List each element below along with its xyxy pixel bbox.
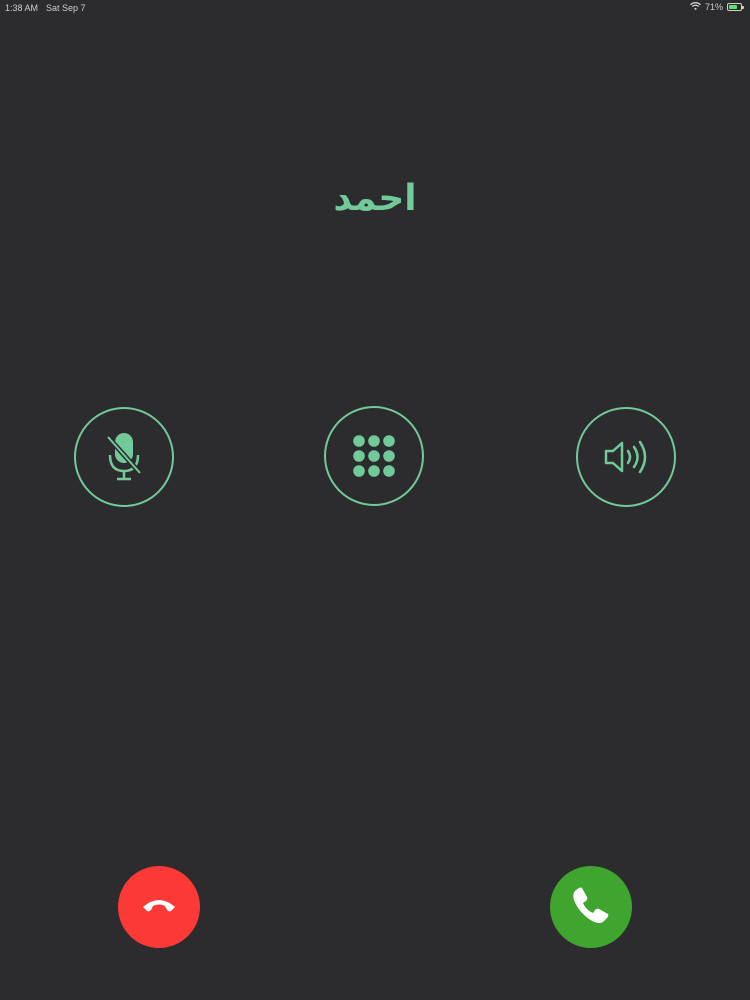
status-date: Sat Sep 7: [46, 3, 86, 13]
keypad-button[interactable]: [324, 406, 424, 506]
status-time: 1:38 AM: [5, 3, 39, 13]
battery-icon: [727, 3, 744, 11]
mic-muted-icon: [104, 431, 144, 483]
keypad-icon: [352, 434, 396, 478]
status-right: 71%: [690, 2, 744, 12]
status-bar: 1:38 AM Sat Sep 7 71%: [0, 0, 750, 16]
battery-level: [729, 5, 737, 9]
caller-name: احمد: [333, 178, 417, 219]
status-left: 1:38 AM Sat Sep 7: [5, 3, 86, 13]
wifi-icon: [690, 2, 701, 12]
incoming-call-screen: 1:38 AM Sat Sep 7 71% احمد: [0, 0, 750, 1000]
speaker-icon: [603, 439, 649, 475]
speaker-button[interactable]: [576, 407, 676, 507]
answer-button[interactable]: [550, 866, 632, 948]
decline-button[interactable]: [118, 866, 200, 948]
battery-percent: 71%: [704, 2, 723, 12]
mute-button[interactable]: [74, 407, 174, 507]
phone-icon: [571, 885, 611, 929]
hang-up-icon: [141, 895, 177, 919]
